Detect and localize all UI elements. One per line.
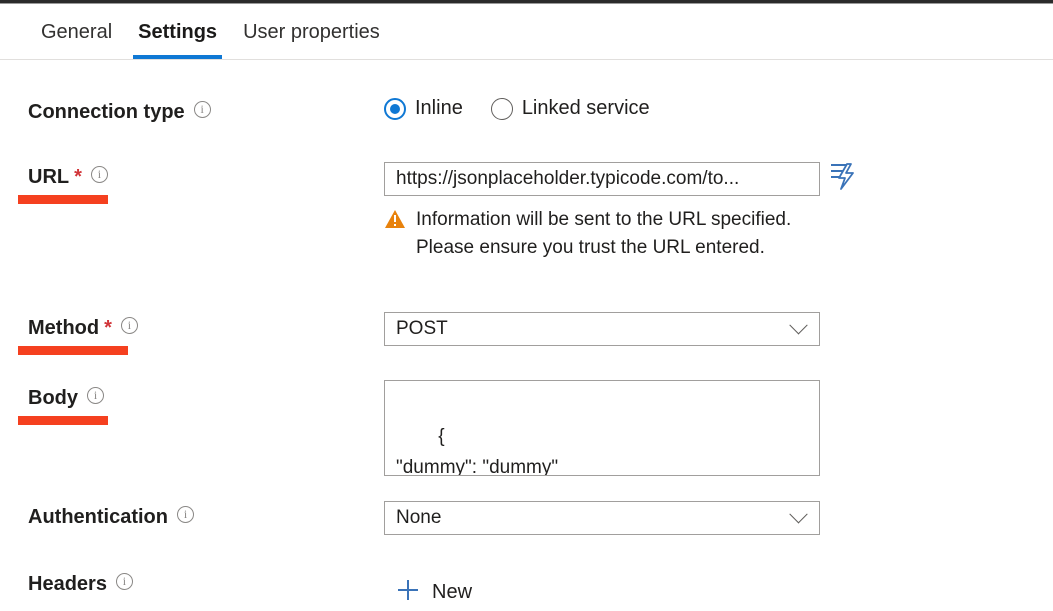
radio-option-linked-service[interactable]: Linked service <box>490 97 650 120</box>
method-label: Method <box>28 317 100 339</box>
url-warning-message: Information will be sent to the URL spec… <box>384 206 814 262</box>
method-control: POST <box>384 312 820 346</box>
url-input[interactable]: https://jsonplaceholder.typicode.com/to.… <box>384 161 820 196</box>
radio-unselected-icon <box>490 97 513 120</box>
chevron-down-icon <box>789 315 808 334</box>
tab-settings-label: Settings <box>138 20 218 43</box>
method-required-asterisk: * <box>104 317 112 339</box>
tab-general[interactable]: General <box>28 5 125 59</box>
url-label-group: URL * i <box>28 165 108 189</box>
tab-user-properties-label: User properties <box>243 20 380 43</box>
body-control: { "dummy": "dummy" } <box>384 380 820 476</box>
url-warning-text: Information will be sent to the URL spec… <box>416 209 792 258</box>
authentication-label: Authentication <box>28 506 168 528</box>
info-icon[interactable]: i <box>90 166 108 183</box>
method-select-value: POST <box>396 318 448 339</box>
annotation-underline-url <box>18 195 108 204</box>
headers-label-group: Headers i <box>28 572 133 596</box>
body-label-group: Body i <box>28 386 104 410</box>
info-icon[interactable]: i <box>193 101 211 118</box>
plus-icon <box>396 578 420 607</box>
info-icon[interactable]: i <box>115 573 133 590</box>
authentication-select[interactable]: None <box>384 501 820 535</box>
resize-grip-icon[interactable] <box>805 461 817 473</box>
radio-option-linked-service-label: Linked service <box>521 97 650 119</box>
warning-triangle-icon <box>384 209 406 234</box>
annotation-underline-body <box>18 416 108 425</box>
url-required-asterisk: * <box>74 166 82 188</box>
body-label: Body <box>28 387 78 409</box>
add-new-header-label: New <box>432 581 473 603</box>
connection-type-label-group: Connection type i <box>28 100 211 124</box>
url-control: https://jsonplaceholder.typicode.com/to.… <box>384 161 856 262</box>
authentication-control: None <box>384 501 820 535</box>
headers-label: Headers <box>28 573 107 595</box>
connection-type-control: Inline Linked service <box>384 97 650 120</box>
radio-selected-icon <box>384 97 406 120</box>
dynamic-content-lightning-icon[interactable] <box>830 161 856 196</box>
window-top-border <box>0 0 1053 4</box>
info-icon[interactable]: i <box>87 387 104 404</box>
url-input-value: https://jsonplaceholder.typicode.com/to.… <box>396 167 740 189</box>
add-new-header-button[interactable]: New <box>396 578 472 607</box>
radio-option-inline[interactable]: Inline <box>384 97 463 120</box>
authentication-label-group: Authentication i <box>28 505 194 529</box>
info-icon[interactable]: i <box>177 506 194 523</box>
connection-type-radio-group: Inline Linked service <box>384 97 650 120</box>
headers-control: New <box>396 578 472 607</box>
radio-option-inline-label: Inline <box>415 97 463 119</box>
tab-general-label: General <box>41 20 113 43</box>
method-select[interactable]: POST <box>384 312 820 346</box>
url-input-wrap: https://jsonplaceholder.typicode.com/to.… <box>384 161 856 196</box>
tab-bar: General Settings User properties <box>0 5 1053 60</box>
body-textarea[interactable]: { "dummy": "dummy" } <box>384 380 820 476</box>
connection-type-label: Connection type <box>28 101 185 123</box>
settings-form: Connection type i Inline Linked service … <box>0 60 1053 611</box>
method-label-group: Method * i <box>28 316 138 340</box>
authentication-select-value: None <box>396 507 442 528</box>
tab-user-properties[interactable]: User properties <box>230 5 393 59</box>
url-label: URL <box>28 166 70 188</box>
tab-settings[interactable]: Settings <box>125 5 230 59</box>
body-textarea-value: { "dummy": "dummy" } <box>396 426 559 476</box>
info-icon[interactable]: i <box>120 317 138 334</box>
chevron-down-icon <box>789 504 808 523</box>
annotation-underline-method <box>18 346 128 355</box>
